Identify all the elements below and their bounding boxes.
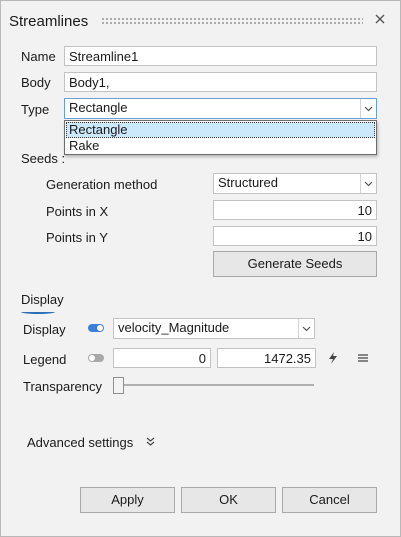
display-variable-select[interactable]: velocity_Magnitude — [113, 318, 315, 339]
points-y-input[interactable]: 10 — [213, 226, 377, 246]
body-label: Body — [21, 75, 51, 90]
points-y-label: Points in Y — [46, 230, 108, 245]
dropdown-option-rectangle[interactable]: Rectangle — [66, 122, 375, 138]
points-x-label: Points in X — [46, 204, 109, 219]
legend-max-input[interactable]: 1472.35 — [217, 348, 316, 368]
transparency-label: Transparency — [23, 379, 102, 394]
advanced-settings-label[interactable]: Advanced settings — [27, 435, 133, 450]
legend-min-input[interactable]: 0 — [113, 348, 211, 368]
streamlines-dialog: Streamlines Name Streamline1 Body Body1,… — [0, 0, 401, 537]
toggle-knob — [97, 325, 103, 331]
generation-method-select[interactable]: Structured — [213, 173, 377, 194]
display-variable-value: velocity_Magnitude — [118, 320, 230, 335]
apply-button[interactable]: Apply — [80, 487, 175, 513]
type-select[interactable]: Rectangle — [64, 98, 377, 119]
display-toggle[interactable] — [88, 324, 104, 332]
transparency-slider-thumb[interactable] — [113, 377, 124, 394]
body-input[interactable]: Body1, — [64, 72, 377, 92]
cancel-button[interactable]: Cancel — [282, 487, 377, 513]
toggle-knob — [89, 355, 95, 361]
generation-method-label: Generation method — [46, 177, 158, 192]
display-label: Display — [23, 322, 66, 337]
legend-label: Legend — [23, 352, 67, 367]
chevron-down-icon[interactable] — [360, 174, 376, 193]
seeds-header: Seeds : — [21, 151, 66, 166]
generate-seeds-button[interactable]: Generate Seeds — [213, 251, 377, 277]
dropdown-option-rake[interactable]: Rake — [66, 138, 375, 154]
ok-button[interactable]: OK — [181, 487, 276, 513]
legend-toggle[interactable] — [88, 354, 104, 362]
chevron-down-icon[interactable] — [360, 99, 376, 118]
name-input[interactable]: Streamline1 — [64, 46, 377, 66]
lightning-icon[interactable] — [327, 351, 339, 365]
dialog-title: Streamlines — [9, 13, 89, 30]
generation-method-value: Structured — [218, 175, 278, 190]
display-section-header: Display — [21, 292, 64, 307]
points-x-input[interactable]: 10 — [213, 200, 377, 220]
type-dropdown-list: Rectangle Rake — [64, 120, 377, 155]
drag-grip[interactable] — [101, 17, 363, 25]
transparency-slider-track[interactable] — [115, 384, 314, 386]
section-accent-underline — [21, 310, 55, 314]
title-bar[interactable]: Streamlines — [1, 1, 400, 37]
double-chevron-down-icon[interactable] — [145, 436, 156, 447]
name-label: Name — [21, 49, 56, 64]
type-select-value: Rectangle — [69, 100, 128, 115]
close-icon[interactable] — [373, 12, 387, 26]
menu-icon[interactable] — [357, 353, 369, 363]
chevron-down-icon[interactable] — [298, 319, 314, 338]
type-label: Type — [21, 102, 50, 117]
